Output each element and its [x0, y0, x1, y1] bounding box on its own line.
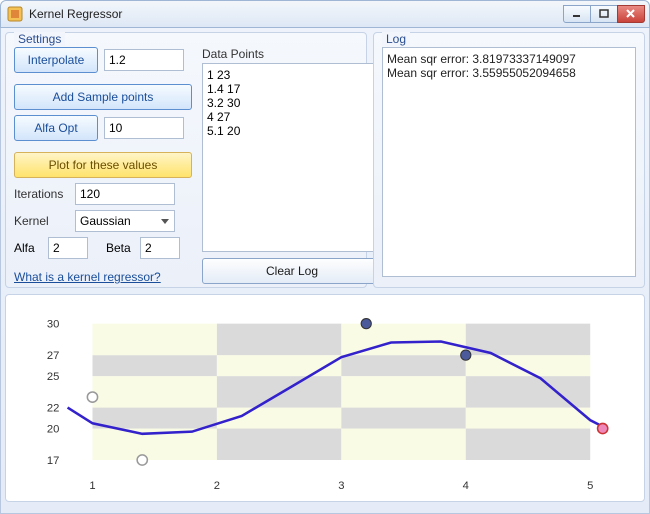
window-controls	[564, 5, 645, 23]
client-area: Settings Interpolate Add Sample points A…	[0, 28, 650, 514]
clear-log-button[interactable]: Clear Log	[202, 258, 382, 284]
svg-text:1: 1	[89, 480, 95, 492]
svg-text:4: 4	[463, 480, 469, 492]
settings-legend: Settings	[14, 32, 65, 46]
add-sample-points-button[interactable]: Add Sample points	[14, 84, 192, 110]
help-link[interactable]: What is a kernel regressor?	[14, 270, 192, 284]
svg-text:30: 30	[47, 319, 59, 331]
chart-panel: 17 20 22 25 27 30 1 2 3 4 5	[5, 294, 645, 502]
svg-text:20: 20	[47, 424, 59, 436]
alfa-opt-button[interactable]: Alfa Opt	[14, 115, 98, 141]
alfa-label: Alfa	[14, 241, 42, 255]
data-points-textarea[interactable]: 1 23 1.4 17 3.2 30 4 27 5.1 20	[202, 63, 382, 252]
kernel-label: Kernel	[14, 214, 69, 228]
window-title: Kernel Regressor	[29, 7, 564, 21]
maximize-button[interactable]	[590, 5, 618, 23]
minimize-button[interactable]	[563, 5, 591, 23]
app-icon	[7, 6, 23, 22]
log-groupbox: Log Mean sqr error: 3.81973337149097 Mea…	[373, 32, 645, 288]
interpolate-input[interactable]	[104, 49, 184, 71]
settings-groupbox: Settings Interpolate Add Sample points A…	[5, 32, 367, 288]
alfa-opt-input[interactable]	[104, 117, 184, 139]
log-textarea[interactable]: Mean sqr error: 3.81973337149097 Mean sq…	[382, 47, 636, 277]
svg-text:17: 17	[47, 455, 59, 467]
svg-text:27: 27	[47, 350, 59, 362]
beta-input[interactable]	[140, 237, 180, 259]
svg-text:25: 25	[47, 371, 59, 383]
svg-text:5: 5	[587, 480, 593, 492]
kernel-select-value: Gaussian	[80, 214, 131, 228]
svg-text:22: 22	[47, 403, 59, 415]
iterations-input[interactable]	[75, 183, 175, 205]
svg-text:3: 3	[338, 480, 344, 492]
data-points-label: Data Points	[202, 47, 382, 61]
log-legend: Log	[382, 32, 410, 46]
svg-text:2: 2	[214, 480, 220, 492]
interpolate-button[interactable]: Interpolate	[14, 47, 98, 73]
alfa-input[interactable]	[48, 237, 88, 259]
kernel-select[interactable]: Gaussian	[75, 210, 175, 232]
plot-button[interactable]: Plot for these values	[14, 152, 192, 178]
window-titlebar: Kernel Regressor	[0, 0, 650, 28]
iterations-label: Iterations	[14, 187, 69, 201]
chart: 17 20 22 25 27 30 1 2 3 4 5	[18, 305, 632, 495]
close-button[interactable]	[617, 5, 645, 23]
beta-label: Beta	[106, 241, 134, 255]
